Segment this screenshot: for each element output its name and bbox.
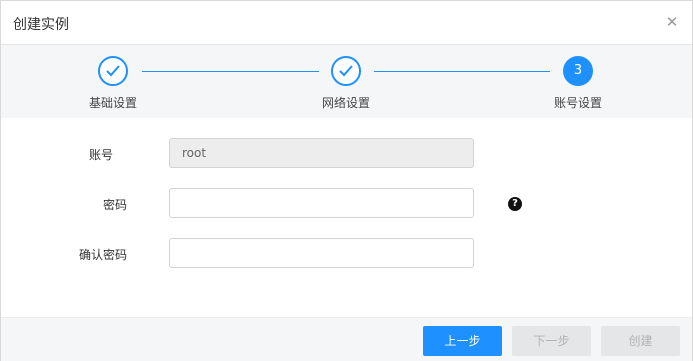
close-icon[interactable]: ✕ [664,14,680,30]
step-3-circle: 3 [563,56,593,86]
account-label: 账号 [88,148,113,162]
step-1-circle [98,56,128,86]
step-2-label: 网络设置 [322,96,371,110]
account-field [169,138,474,168]
confirm-password-field[interactable] [169,238,474,268]
step-indicator: 基础设置 网络设置 3 账号设置 [1,45,692,118]
password-label: 密码 [102,198,127,212]
create-button[interactable]: 创建 [601,326,680,356]
step-connector-2 [374,71,550,72]
dialog-title: 创建实例 [13,17,69,33]
check-icon [339,65,353,77]
check-icon [106,65,120,77]
step-3-label: 账号设置 [554,96,603,110]
dialog-footer: 上一步 下一步 创建 [1,317,692,361]
password-field[interactable] [169,188,474,218]
step-2-circle [331,56,361,86]
step-1-label: 基础设置 [89,96,138,110]
create-instance-dialog: 创建实例 ✕ 基础设置 网络设置 3 账号设置 账号 密码 ? 确认密码 上一步 [0,0,693,361]
dialog-header: 创建实例 ✕ [1,1,692,45]
prev-step-button[interactable]: 上一步 [423,326,502,356]
step-connector-1 [142,71,319,72]
confirm-password-label: 确认密码 [78,248,127,262]
next-step-button[interactable]: 下一步 [512,326,591,356]
question-circle-icon[interactable]: ? [508,197,522,211]
